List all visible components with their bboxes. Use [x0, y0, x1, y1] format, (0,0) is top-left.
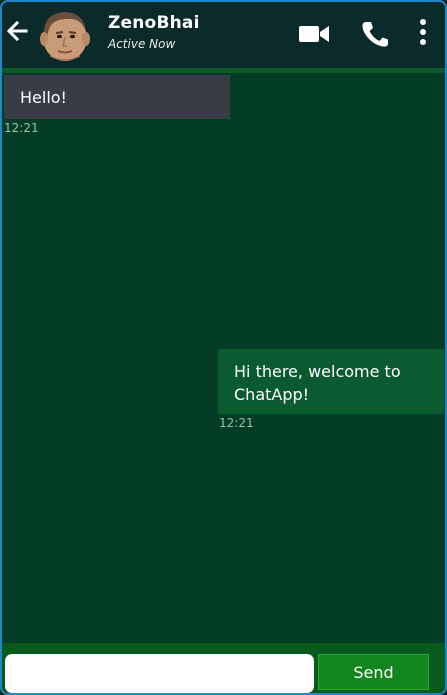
contact-status: Active Now: [108, 37, 176, 51]
phone-icon: [362, 22, 388, 47]
message-composer: Send: [2, 643, 445, 693]
message-list[interactable]: Hello! 12:21 Hi there, welcome to ChatAp…: [2, 73, 445, 643]
incoming-message: Hello!: [4, 75, 230, 119]
arrow-left-icon: [6, 20, 28, 42]
chat-window: ZenoBhai Active Now Hello! 12:21 Hi ther…: [0, 0, 447, 695]
voice-call-button[interactable]: [360, 20, 390, 48]
message-input[interactable]: [5, 654, 314, 693]
more-options-button[interactable]: [414, 18, 432, 48]
more-vertical-icon: [420, 19, 426, 45]
contact-name: ZenoBhai: [108, 13, 200, 33]
message-time: 12:21: [219, 416, 254, 430]
send-button[interactable]: Send: [318, 654, 429, 690]
chat-header: ZenoBhai Active Now: [2, 2, 445, 68]
avatar[interactable]: [38, 8, 92, 62]
video-call-button[interactable]: [298, 22, 330, 46]
video-camera-icon: [299, 26, 329, 42]
outgoing-message: Hi there, welcome to ChatApp!: [218, 349, 444, 414]
back-button[interactable]: [6, 20, 28, 42]
message-time: 12:21: [4, 121, 39, 135]
